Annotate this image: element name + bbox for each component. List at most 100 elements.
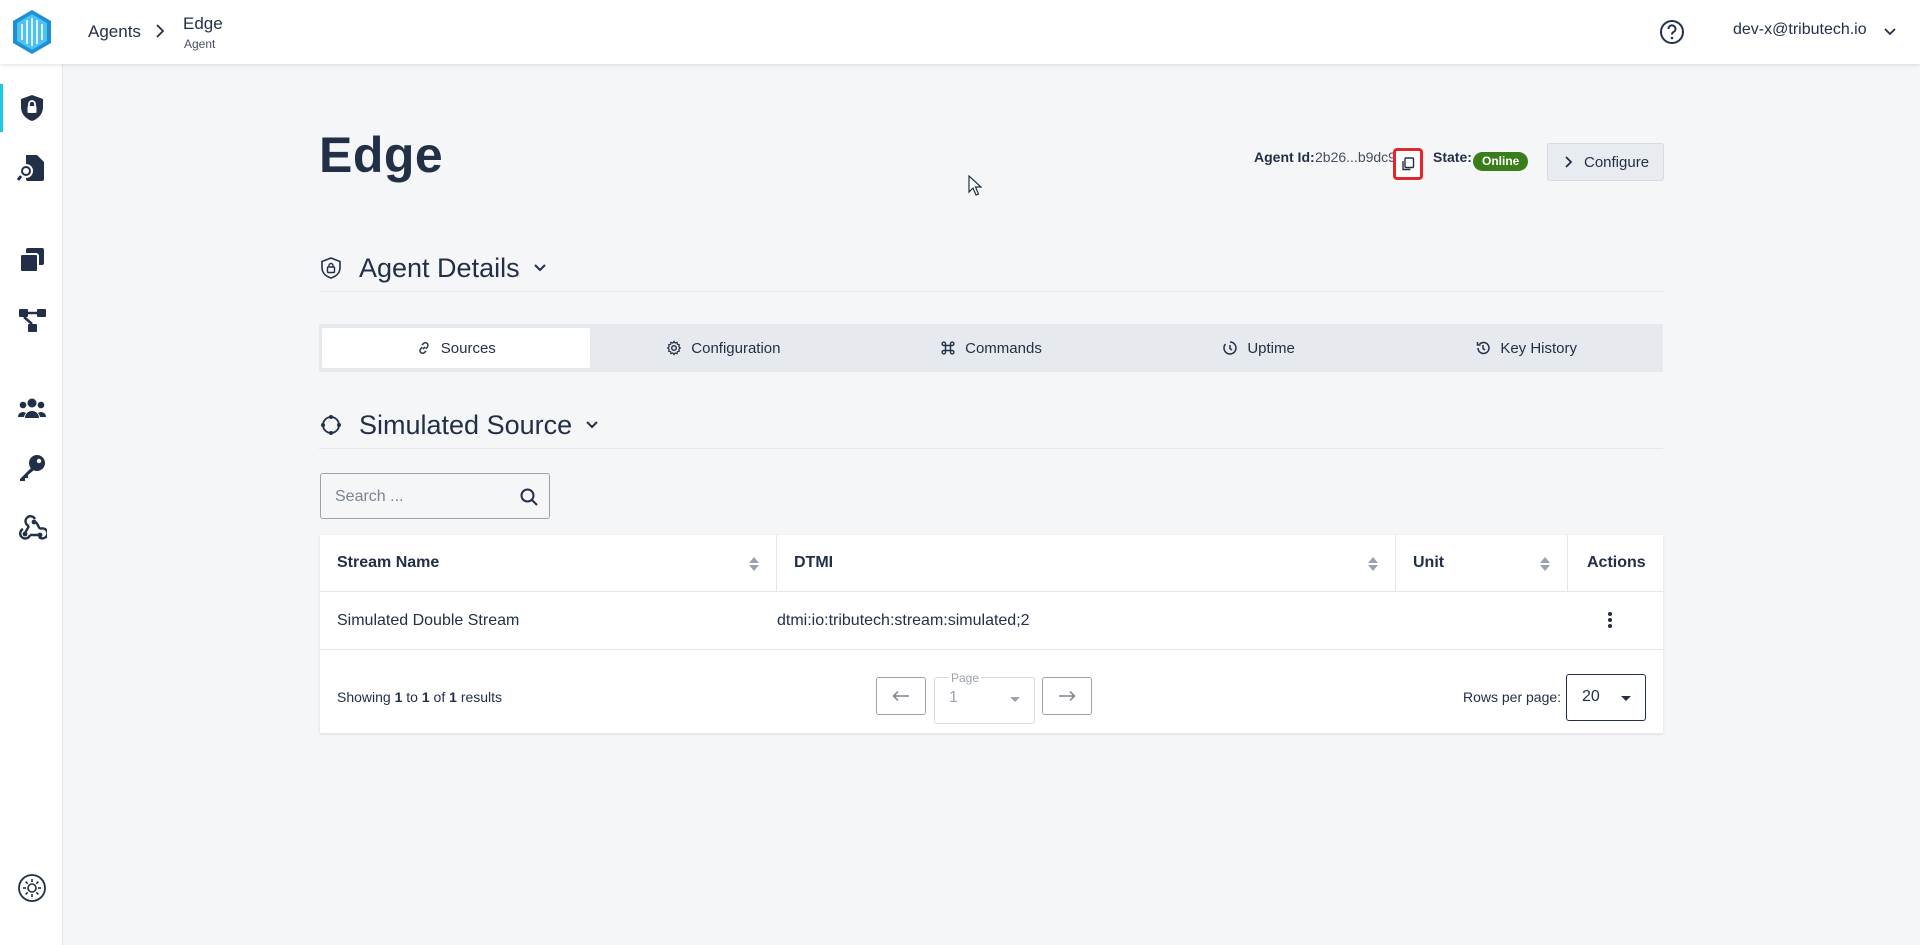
column-header-label: DTMI [794,554,834,571]
agent-tabs: Sources Configuration Commands Uptime Ke… [319,324,1663,372]
agent-details-header[interactable]: Agent Details [319,248,548,288]
chevron-down-icon [586,421,598,429]
shield-lock-icon [20,95,43,121]
sidebar-item-sources[interactable] [0,140,63,196]
divider [319,448,1663,449]
app-logo[interactable] [8,8,56,56]
search-input[interactable] [335,486,505,508]
search-icon[interactable] [519,487,539,507]
column-header-actions: Actions [1568,535,1663,592]
sort-icon[interactable] [748,556,760,572]
breadcrumb-agents[interactable]: Agents [88,22,141,42]
history-icon [1477,341,1491,355]
divider [319,291,1663,292]
next-page-button[interactable] [1042,677,1092,715]
sidebar-item-catalog[interactable] [0,232,63,288]
tab-label: Uptime [1247,339,1295,357]
column-header-stream-name[interactable]: Stream Name [320,535,777,592]
column-header-label: Actions [1587,554,1646,571]
caret-down-icon [1010,697,1020,702]
arrow-right-icon [1059,690,1076,702]
timer-icon [1223,341,1237,355]
prev-page-button[interactable] [876,677,926,715]
page-title: Edge [319,127,444,183]
summary-from: 1 [394,689,403,705]
sort-icon[interactable] [1367,556,1379,572]
summary-text: Showing [337,689,391,705]
gear-icon [667,340,682,356]
source-title: Simulated Source [359,409,573,440]
tab-uptime[interactable]: Uptime [1125,328,1393,368]
column-header-unit[interactable]: Unit [1396,535,1568,592]
configure-label: Configure [1584,153,1650,171]
cell-unit [1379,593,1551,649]
sidebar-item-webhooks[interactable] [0,500,63,556]
file-search-icon [16,155,44,181]
summary-text: of [433,689,446,705]
sidebar-item-network[interactable] [0,292,63,348]
tab-label: Sources [440,339,496,357]
chevron-down-icon [533,264,546,272]
divider [320,649,1663,650]
sidebar-item-agents[interactable] [0,80,63,136]
tab-label: Configuration [691,339,781,357]
copy-agent-id-button[interactable] [1393,148,1423,180]
chevron-right-icon [156,24,165,38]
command-icon [941,341,955,355]
column-header-label: Unit [1413,554,1445,571]
sidebar-item-keys[interactable] [0,440,63,496]
page-value: 1 [949,689,958,706]
summary-text: results [460,689,503,705]
column-header-label: Stream Name [337,554,440,571]
cell-dtmi: dtmi:io:tributech:stream:simulated;2 [777,612,1030,629]
more-vertical-icon [1608,612,1612,628]
link-icon [419,342,429,354]
rows-per-page-label: Rows per page: [1463,689,1562,705]
configure-button[interactable]: Configure [1547,143,1664,181]
chevron-right-icon [1565,156,1573,168]
tab-sources[interactable]: Sources [322,328,590,368]
page-label: Page [949,671,982,685]
cell-stream-name: Simulated Double Stream [337,612,520,629]
tab-key-history[interactable]: Key History [1392,328,1660,368]
tab-label: Commands [965,339,1042,357]
copy-icon [1402,157,1415,171]
state-label: State: [1433,149,1472,165]
status-badge: Online [1473,152,1529,171]
tab-commands[interactable]: Commands [857,328,1125,368]
results-summary: Showing 1 to 1 of 1 results [337,689,502,705]
agent-id-label: Agent Id: [1254,149,1315,165]
agent-details-title: Agent Details [359,252,520,283]
top-bar: Agents Edge Agent dev-x@tributech.io [0,0,1920,64]
breadcrumb-current: Edge [183,14,223,33]
mouse-cursor-icon [968,175,982,196]
tab-configuration[interactable]: Configuration [590,328,858,368]
theme-toggle[interactable] [0,860,63,916]
user-menu[interactable]: dev-x@tributech.io [1733,21,1867,39]
streams-table: Stream Name DTMI Unit Actions Simulated … [320,535,1663,733]
tab-label: Key History [1500,339,1578,357]
caret-down-icon [1621,696,1631,701]
sidebar-item-users[interactable] [0,380,63,436]
breadcrumb-current-type: Agent [184,37,216,51]
arrow-left-icon [892,690,909,702]
source-header[interactable]: Simulated Source [319,405,600,445]
stacked-cards-icon [18,248,44,273]
webhook-icon [18,515,47,540]
shield-lock-outline-icon [321,257,341,279]
row-actions-button[interactable] [1598,608,1622,632]
key-icon [19,455,45,481]
sort-icon[interactable] [1539,556,1551,572]
sun-icon [17,874,46,902]
sidebar [0,64,63,945]
chevron-down-icon[interactable] [1883,25,1897,39]
summary-text: to [406,689,418,705]
source-icon [321,415,341,435]
rows-per-page-select[interactable]: 20 [1566,674,1646,721]
node-graph-icon [18,309,46,332]
page-select[interactable]: Page 1 [934,671,1035,724]
users-group-icon [17,398,46,418]
column-header-dtmi[interactable]: DTMI [777,535,1396,592]
agent-id-value: 2b26...b9dc9 [1315,149,1396,165]
help-icon[interactable] [1659,19,1685,45]
